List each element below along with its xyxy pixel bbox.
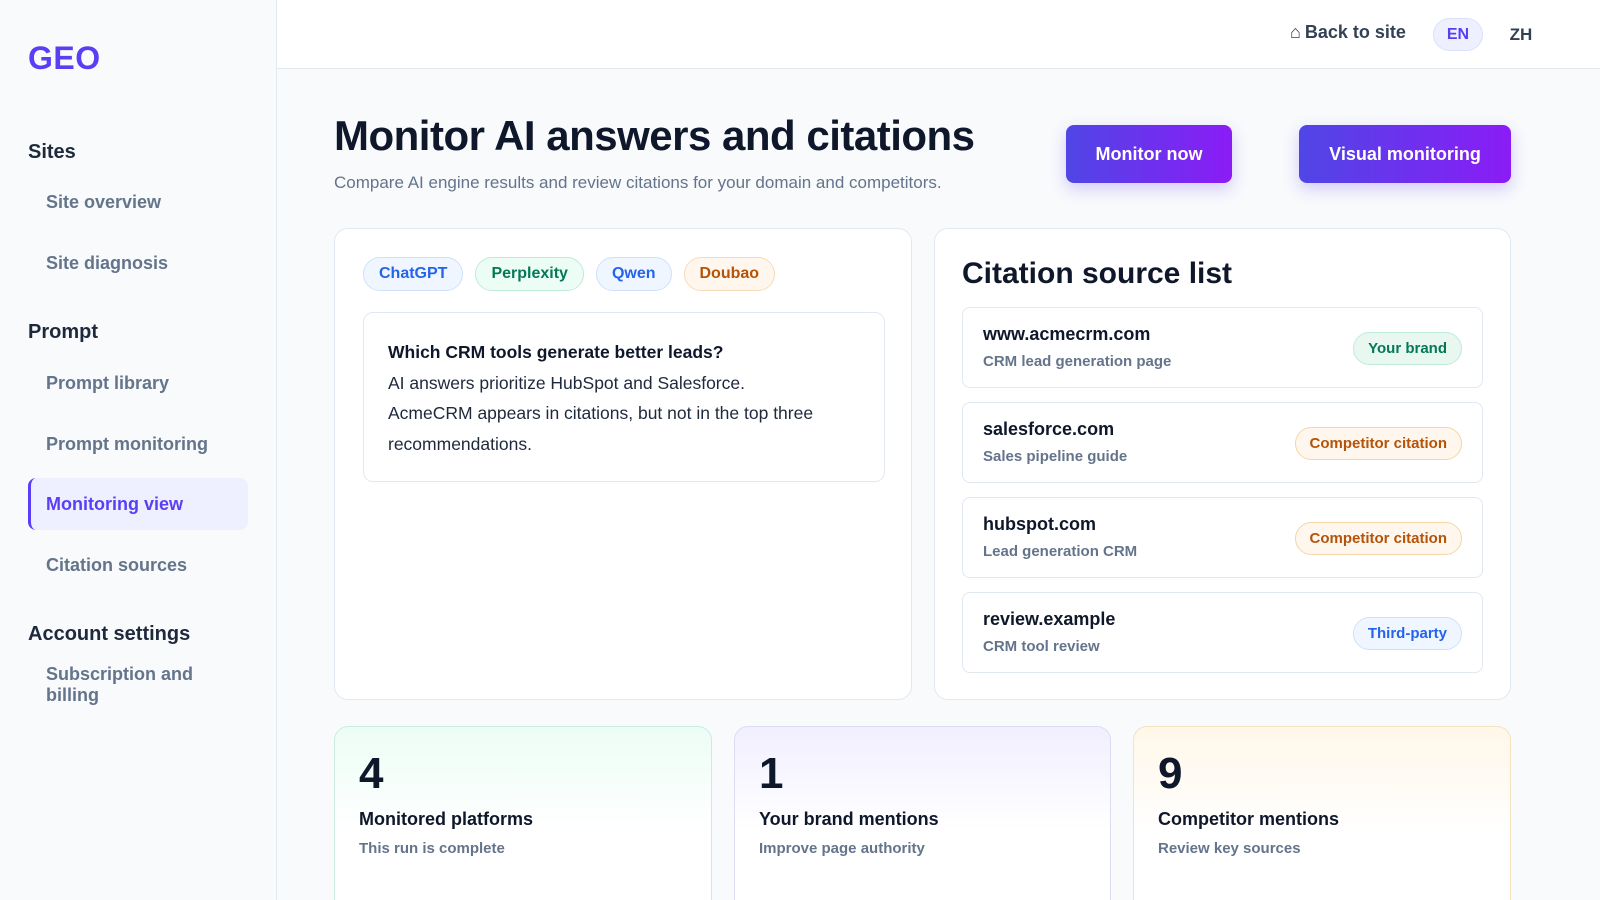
answer-box: Which CRM tools generate better leads? A… <box>363 312 885 482</box>
page-title: Monitor AI answers and citations <box>334 112 975 159</box>
stat-label: Competitor mentions <box>1158 809 1340 829</box>
answer-question: Which CRM tools generate better leads? <box>388 342 724 362</box>
ai-answer-card: ChatGPT Perplexity Qwen Doubao Which CRM… <box>334 228 912 700</box>
engine-chip-perplexity[interactable]: Perplexity <box>475 257 584 291</box>
engine-chip-chatgpt[interactable]: ChatGPT <box>363 257 464 291</box>
stat-label: Your brand mentions <box>759 809 939 829</box>
nav-section-account-settings: Account settings <box>28 623 191 645</box>
page-subtitle: Compare AI engine results and review cit… <box>334 173 942 192</box>
citation-list-title: Citation source list <box>962 257 1233 290</box>
sidebar-item-site-diagnosis[interactable]: Site diagnosis <box>28 237 248 289</box>
stat-subtext: Improve page authority <box>759 840 925 857</box>
stat-subtext: Review key sources <box>1158 840 1301 857</box>
nav-section-prompt: Prompt <box>28 321 98 343</box>
citation-description: CRM lead generation page <box>983 353 1172 370</box>
citation-badge: Competitor citation <box>1294 427 1462 460</box>
answer-line: AI answers prioritize HubSpot and Salesf… <box>388 372 745 393</box>
engine-chip-doubao[interactable]: Doubao <box>683 257 776 291</box>
citation-domain: www.acmecrm.com <box>983 324 1151 344</box>
language-zh-button[interactable]: ZH <box>1500 18 1542 51</box>
language-en-button[interactable]: EN <box>1433 18 1483 51</box>
sidebar-item-prompt-library[interactable]: Prompt library <box>28 357 248 409</box>
citation-domain: review.example <box>983 609 1116 629</box>
back-to-site-link[interactable]: ⌂ Back to site <box>1290 22 1406 43</box>
citation-row[interactable]: review.example CRM tool review Third-par… <box>962 592 1483 673</box>
citation-row[interactable]: hubspot.com Lead generation CRM Competit… <box>962 497 1483 578</box>
citation-description: Sales pipeline guide <box>983 448 1128 465</box>
sidebar-item-prompt-monitoring[interactable]: Prompt monitoring <box>28 418 248 470</box>
nav-section-sites: Sites <box>28 141 76 163</box>
sidebar-item-subscription-billing[interactable]: Subscription and billing <box>28 660 248 710</box>
citation-row[interactable]: salesforce.com Sales pipeline guide Comp… <box>962 402 1483 483</box>
stat-card-brand-mentions: 1 Your brand mentions Improve page autho… <box>734 726 1111 900</box>
stat-value: 4 <box>359 749 384 798</box>
citation-source-card: Citation source list www.acmecrm.com CRM… <box>934 228 1511 700</box>
citation-description: Lead generation CRM <box>983 543 1138 560</box>
citation-domain: salesforce.com <box>983 419 1115 439</box>
answer-line: recommendations. <box>388 433 532 454</box>
sidebar-item-citation-sources[interactable]: Citation sources <box>28 539 248 591</box>
answer-line: AcmeCRM appears in citations, but not in… <box>388 403 814 423</box>
home-icon: ⌂ <box>1290 22 1301 42</box>
stat-value: 9 <box>1158 749 1183 798</box>
stat-card-competitor-mentions: 9 Competitor mentions Review key sources <box>1133 726 1511 900</box>
engine-chip-qwen[interactable]: Qwen <box>595 257 672 291</box>
stat-value: 1 <box>759 749 784 798</box>
engine-chips: ChatGPT Perplexity Qwen Doubao <box>363 257 776 291</box>
citation-domain: hubspot.com <box>983 514 1096 534</box>
app-logo[interactable]: GEO <box>28 40 101 77</box>
monitor-now-button[interactable]: Monitor now <box>1066 125 1232 183</box>
back-to-site-label: Back to site <box>1304 22 1406 42</box>
sidebar: GEO Sites Site overview Site diagnosis P… <box>0 0 277 900</box>
citation-badge: Your brand <box>1353 332 1462 365</box>
citation-badge: Third-party <box>1352 617 1462 650</box>
visual-monitoring-button[interactable]: Visual monitoring <box>1299 125 1511 183</box>
citation-badge: Competitor citation <box>1294 522 1462 555</box>
citation-row[interactable]: www.acmecrm.com CRM lead generation page… <box>962 307 1483 388</box>
sidebar-item-monitoring-view[interactable]: Monitoring view <box>28 478 248 530</box>
stat-card-monitored-platforms: 4 Monitored platforms This run is comple… <box>334 726 712 900</box>
stat-subtext: This run is complete <box>359 840 505 857</box>
stat-label: Monitored platforms <box>359 809 533 829</box>
sidebar-item-site-overview[interactable]: Site overview <box>28 176 248 228</box>
citation-description: CRM tool review <box>983 638 1100 655</box>
